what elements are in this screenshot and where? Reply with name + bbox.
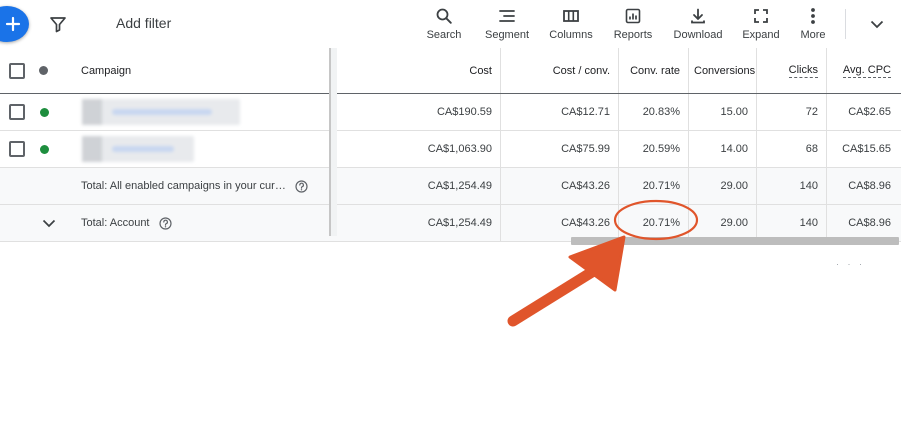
table-row[interactable]: CA$190.59 CA$12.71 20.83% 15.00 72 CA$2.… [0, 94, 901, 131]
plus-icon [5, 16, 21, 32]
help-icon [295, 179, 308, 193]
chevron-down-icon [42, 219, 56, 227]
expand-icon [754, 9, 768, 23]
add-filter-button[interactable]: Add filter [116, 15, 171, 31]
cell-conv-rate: 20.71% [642, 217, 680, 229]
header-conversions[interactable]: Conversions [688, 48, 756, 93]
cell-cost: CA$1,254.49 [427, 180, 492, 192]
segment-icon [499, 10, 515, 22]
segment-button[interactable]: Segment [483, 6, 531, 44]
cell-clicks: 68 [805, 143, 818, 155]
row-checkbox[interactable] [9, 131, 29, 167]
reports-button[interactable]: Reports [610, 6, 656, 44]
header-cost-label: Cost [469, 64, 492, 77]
cell-cost-per-conv: CA$75.99 [561, 143, 610, 155]
reports-icon [625, 8, 641, 24]
columns-button[interactable]: Columns [547, 6, 595, 44]
filter-icon [50, 17, 66, 33]
more-vert-icon [811, 8, 815, 24]
pagination-fragment: · · · [836, 259, 865, 269]
expand-label: Expand [742, 29, 780, 41]
table-row[interactable]: CA$1,063.90 CA$75.99 20.59% 14.00 68 CA$… [0, 131, 901, 168]
header-cost-per-conv-label: Cost / conv. [552, 64, 610, 77]
table-toolbar: Add filter Search Segment Columns Report… [0, 0, 901, 48]
total-label-cell: Total: Account [81, 205, 326, 241]
cell-avg-cpc: CA$8.96 [848, 217, 891, 229]
frozen-column-gutter [331, 48, 337, 236]
cell-conv-rate: 20.83% [642, 106, 680, 118]
status-dot-enabled[interactable] [40, 131, 52, 167]
header-campaign[interactable]: Campaign [81, 48, 321, 93]
select-all-checkbox[interactable] [9, 48, 29, 93]
total-label: Total: Account [81, 217, 150, 229]
header-clicks-label: Clicks [788, 63, 818, 78]
toolbar-divider [845, 9, 846, 39]
segment-label: Segment [484, 29, 530, 41]
search-button[interactable]: Search [423, 6, 465, 44]
cell-cost: CA$190.59 [436, 106, 492, 118]
campaign-name-redacted[interactable] [82, 131, 197, 167]
cell-conv-rate: 20.59% [642, 143, 680, 155]
total-row-enabled: Total: All enabled campaigns in your cur… [0, 168, 901, 205]
search-icon [436, 8, 452, 24]
help-button[interactable] [158, 216, 172, 230]
help-button[interactable] [295, 179, 308, 193]
cell-cost-per-conv: CA$12.71 [561, 106, 610, 118]
cell-avg-cpc: CA$8.96 [848, 180, 891, 192]
columns-label: Columns [549, 29, 593, 41]
cell-avg-cpc: CA$2.65 [848, 106, 891, 118]
header-conversions-label: Conversions [694, 64, 756, 77]
columns-icon [563, 10, 579, 22]
cell-cost-per-conv: CA$43.26 [561, 180, 610, 192]
search-label: Search [426, 29, 462, 41]
horizontal-scrollbar[interactable] [571, 237, 899, 245]
cell-cost: CA$1,063.90 [427, 143, 492, 155]
cell-cost: CA$1,254.49 [427, 217, 492, 229]
download-icon [691, 8, 705, 24]
help-icon [158, 216, 172, 230]
expand-account-total-button[interactable] [42, 205, 62, 241]
collapse-toolbar-button[interactable] [866, 14, 888, 34]
reports-label: Reports [613, 29, 653, 41]
campaign-name-redacted[interactable] [82, 94, 242, 130]
cell-conversions: 29.00 [720, 217, 748, 229]
header-cost-per-conv[interactable]: Cost / conv. [500, 48, 618, 93]
status-header [39, 48, 51, 93]
header-avg-cpc-label: Avg. CPC [842, 63, 891, 78]
download-label: Download [673, 29, 723, 41]
status-dot-enabled[interactable] [40, 94, 52, 130]
download-button[interactable]: Download [671, 6, 725, 44]
filter-button[interactable] [48, 14, 68, 34]
expand-button[interactable]: Expand [741, 6, 781, 44]
cell-clicks: 140 [799, 217, 818, 229]
cell-conversions: 29.00 [720, 180, 748, 192]
cell-conversions: 15.00 [720, 106, 748, 118]
arrow-icon [507, 235, 626, 327]
cell-conv-rate: 20.71% [642, 180, 680, 192]
cell-clicks: 140 [799, 180, 818, 192]
row-checkbox[interactable] [9, 94, 29, 130]
cell-conversions: 14.00 [720, 143, 748, 155]
chevron-down-icon [870, 20, 884, 28]
header-conv-rate[interactable]: Conv. rate [618, 48, 688, 93]
cell-avg-cpc: CA$15.65 [842, 143, 891, 155]
total-label-cell: Total: All enabled campaigns in your cur… [81, 168, 326, 204]
header-avg-cpc[interactable]: Avg. CPC [826, 48, 899, 93]
header-conv-rate-label: Conv. rate [630, 64, 680, 77]
more-label: More [800, 29, 826, 41]
header-cost[interactable]: Cost [338, 48, 500, 93]
header-clicks[interactable]: Clicks [756, 48, 826, 93]
cell-cost-per-conv: CA$43.26 [561, 217, 610, 229]
more-button[interactable]: More [797, 6, 829, 44]
cell-clicks: 72 [805, 106, 818, 118]
create-button[interactable] [0, 6, 29, 42]
total-label: Total: All enabled campaigns in your cur… [81, 180, 286, 192]
table-header-row: Campaign Cost Cost / conv. Conv. rate Co… [0, 48, 901, 94]
campaign-table: Campaign Cost Cost / conv. Conv. rate Co… [0, 48, 901, 242]
